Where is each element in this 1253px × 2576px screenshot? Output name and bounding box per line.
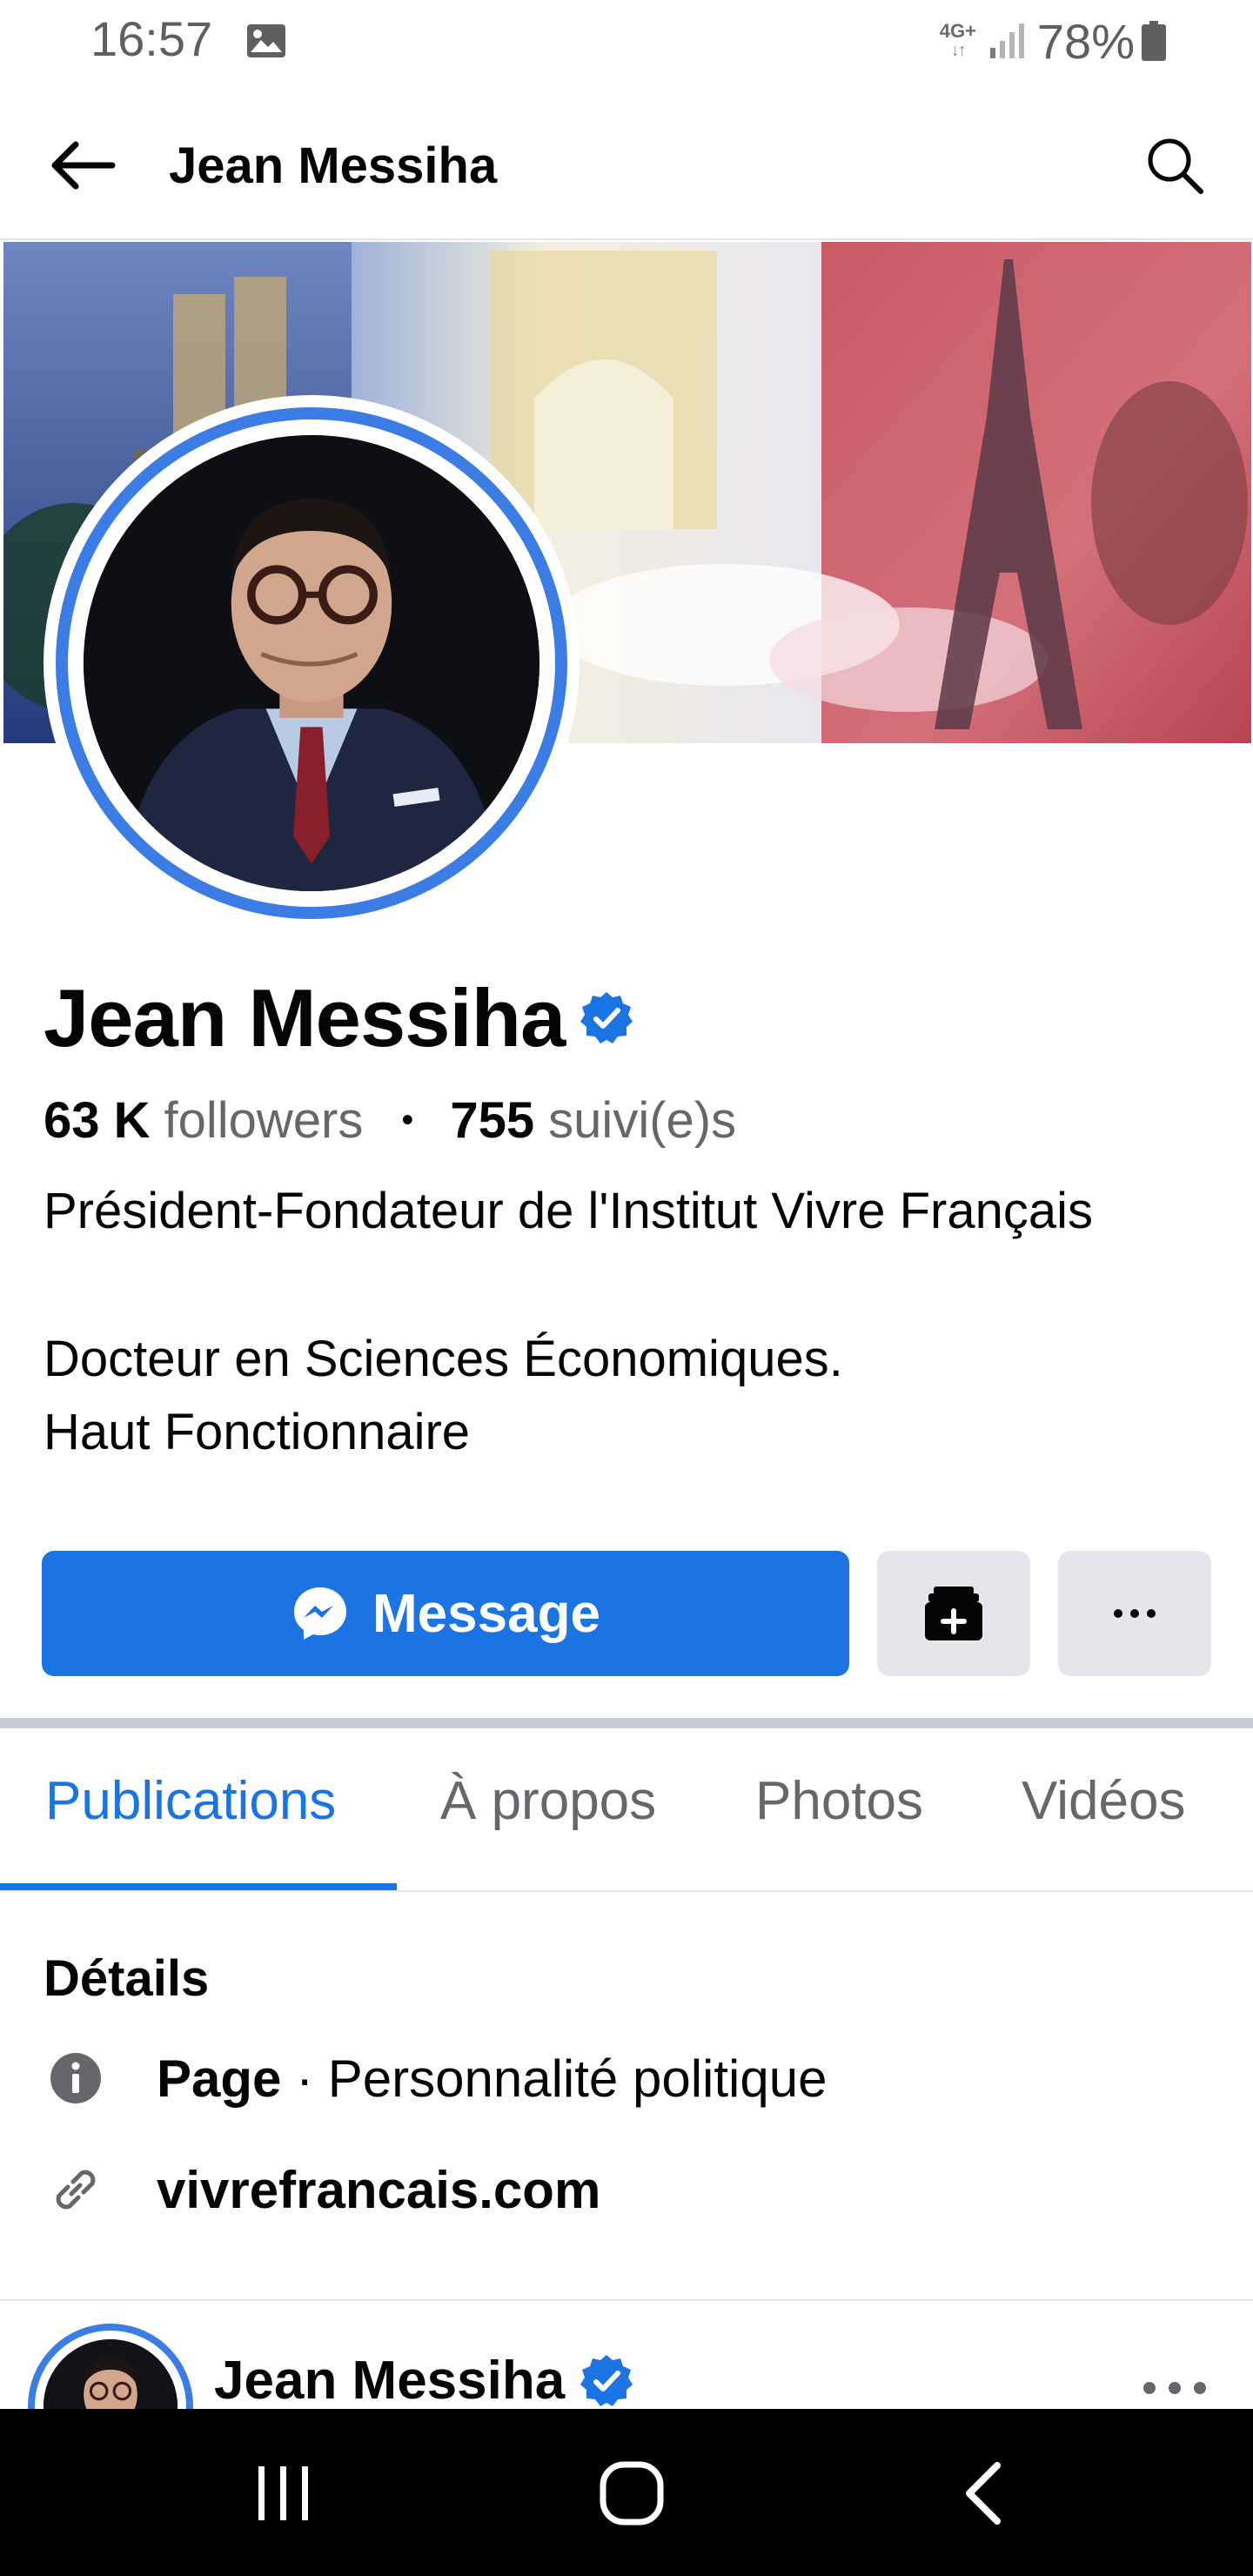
save-button[interactable] xyxy=(877,1551,1030,1676)
verified-badge-icon xyxy=(580,992,633,1043)
profile-actions: Message xyxy=(42,1551,1211,1676)
detail-category: Page · Personnalité politique xyxy=(44,2043,827,2113)
following-label[interactable]: suivi(e)s xyxy=(548,1091,736,1150)
profile-bio: Président-Fondateur de l'Institut Vivre … xyxy=(44,1175,1227,1469)
tab-videos[interactable]: Vidéos xyxy=(1022,1767,1185,1836)
gallery-icon xyxy=(247,24,285,57)
battery-percent: 78% xyxy=(1036,13,1135,69)
system-nav-bar xyxy=(0,2409,1253,2576)
signal-icon xyxy=(989,23,1024,58)
bio-line: Président-Fondateur de l'Institut Vivre … xyxy=(44,1183,1094,1239)
post-author-row: Jean Messiha xyxy=(214,2350,634,2412)
avatar xyxy=(84,435,539,891)
status-right: 4G+ ↓↑ 78% xyxy=(940,10,1166,71)
app-bar: Jean Messiha xyxy=(0,87,1253,240)
bio-line: Docteur en Sciences Économiques. xyxy=(44,1331,843,1387)
app-bar-title: Jean Messiha xyxy=(169,138,498,194)
website-link[interactable]: vivrefrancais.com xyxy=(157,2160,600,2220)
back-chevron-icon xyxy=(966,2462,1001,2525)
detail-category-prefix: Page xyxy=(157,2049,282,2108)
bio-spacer xyxy=(44,1248,1227,1323)
info-icon xyxy=(44,2046,108,2110)
save-icon xyxy=(925,1587,982,1640)
more-dots-icon xyxy=(1143,2382,1206,2394)
detail-category-separator: · xyxy=(281,2049,328,2108)
message-button-label: Message xyxy=(372,1583,600,1644)
story-ring xyxy=(56,407,567,919)
search-button[interactable] xyxy=(1140,131,1209,200)
followers-label[interactable]: followers xyxy=(164,1091,364,1150)
details-title: Détails xyxy=(44,1950,210,2007)
status-bar: 16:57 4G+ ↓↑ 78% xyxy=(0,0,1253,87)
section-divider xyxy=(0,1718,1253,1728)
back-button[interactable] xyxy=(45,132,118,198)
details-divider xyxy=(0,2299,1253,2301)
profile-tabs: Publications À propos Photos Vidéos xyxy=(0,1728,1253,1892)
back-nav-button[interactable] xyxy=(931,2445,1035,2541)
profile-picture[interactable] xyxy=(44,395,580,931)
more-dots-icon xyxy=(1114,1609,1156,1618)
followers-count[interactable]: 63 K xyxy=(44,1091,151,1150)
message-button[interactable]: Message xyxy=(42,1551,849,1676)
tab-a-propos[interactable]: À propos xyxy=(440,1767,656,1836)
network-type: 4G+ ↓↑ xyxy=(939,20,976,61)
recent-apps-button[interactable] xyxy=(231,2445,336,2541)
detail-website[interactable]: vivrefrancais.com xyxy=(44,2155,600,2224)
home-icon xyxy=(600,2461,664,2526)
tab-publications[interactable]: Publications xyxy=(45,1767,336,1836)
search-icon xyxy=(1148,138,1203,194)
back-arrow-icon xyxy=(51,141,116,190)
status-time: 16:57 xyxy=(90,11,213,66)
profile-stats: 63 K followers • 755 suivi(e)s xyxy=(44,1091,736,1150)
verified-badge-icon xyxy=(580,2354,633,2406)
profile-name: Jean Messiha xyxy=(44,972,566,1063)
home-button[interactable] xyxy=(580,2445,684,2541)
more-options-button[interactable] xyxy=(1058,1551,1211,1676)
detail-category-value: Personnalité politique xyxy=(327,2049,828,2108)
link-icon xyxy=(44,2157,108,2222)
post-author-name[interactable]: Jean Messiha xyxy=(214,2350,565,2412)
recent-apps-icon xyxy=(258,2466,308,2520)
bio-line: Haut Fonctionnaire xyxy=(44,1404,471,1460)
messenger-icon xyxy=(294,1587,347,1640)
following-count[interactable]: 755 xyxy=(450,1091,534,1150)
stats-separator: • xyxy=(401,1101,414,1139)
battery-icon xyxy=(1142,21,1166,61)
tab-photos[interactable]: Photos xyxy=(755,1767,923,1836)
active-tab-indicator xyxy=(0,1883,397,1890)
profile-name-row: Jean Messiha xyxy=(44,966,634,1070)
post-more-button[interactable] xyxy=(1131,2362,1218,2414)
